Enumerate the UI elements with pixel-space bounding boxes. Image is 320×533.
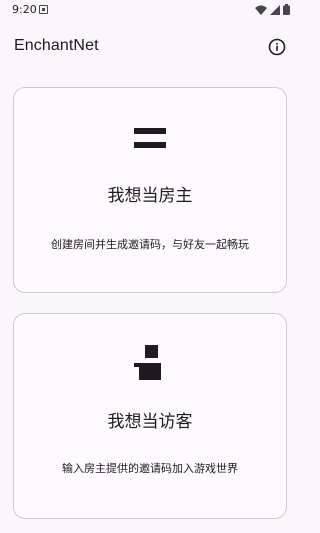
app-title: EnchantNet — [14, 37, 99, 54]
status-icons — [255, 4, 290, 15]
battery-icon — [283, 4, 290, 15]
menu-bars-icon — [134, 128, 166, 148]
person-icon — [134, 345, 161, 380]
status-time: 9:20 — [12, 3, 37, 16]
status-bar: 9:20 — [0, 0, 300, 20]
guest-card[interactable]: 我想当访客 输入房主提供的邀请码加入游戏世界 — [13, 313, 287, 519]
notification-icon — [39, 5, 48, 14]
wifi-icon — [255, 5, 267, 15]
host-card[interactable]: 我想当房主 创建房间并生成邀请码，与好友一起畅玩 — [13, 87, 287, 293]
host-card-description: 创建房间并生成邀请码，与好友一起畅玩 — [51, 238, 249, 251]
guest-card-description: 输入房主提供的邀请码加入游戏世界 — [62, 462, 238, 475]
guest-card-title: 我想当访客 — [107, 412, 193, 432]
app-bar: EnchantNet — [0, 28, 300, 68]
signal-icon — [270, 4, 280, 15]
info-button[interactable] — [264, 34, 290, 60]
info-icon — [268, 38, 286, 56]
host-card-title: 我想当房主 — [107, 186, 193, 206]
